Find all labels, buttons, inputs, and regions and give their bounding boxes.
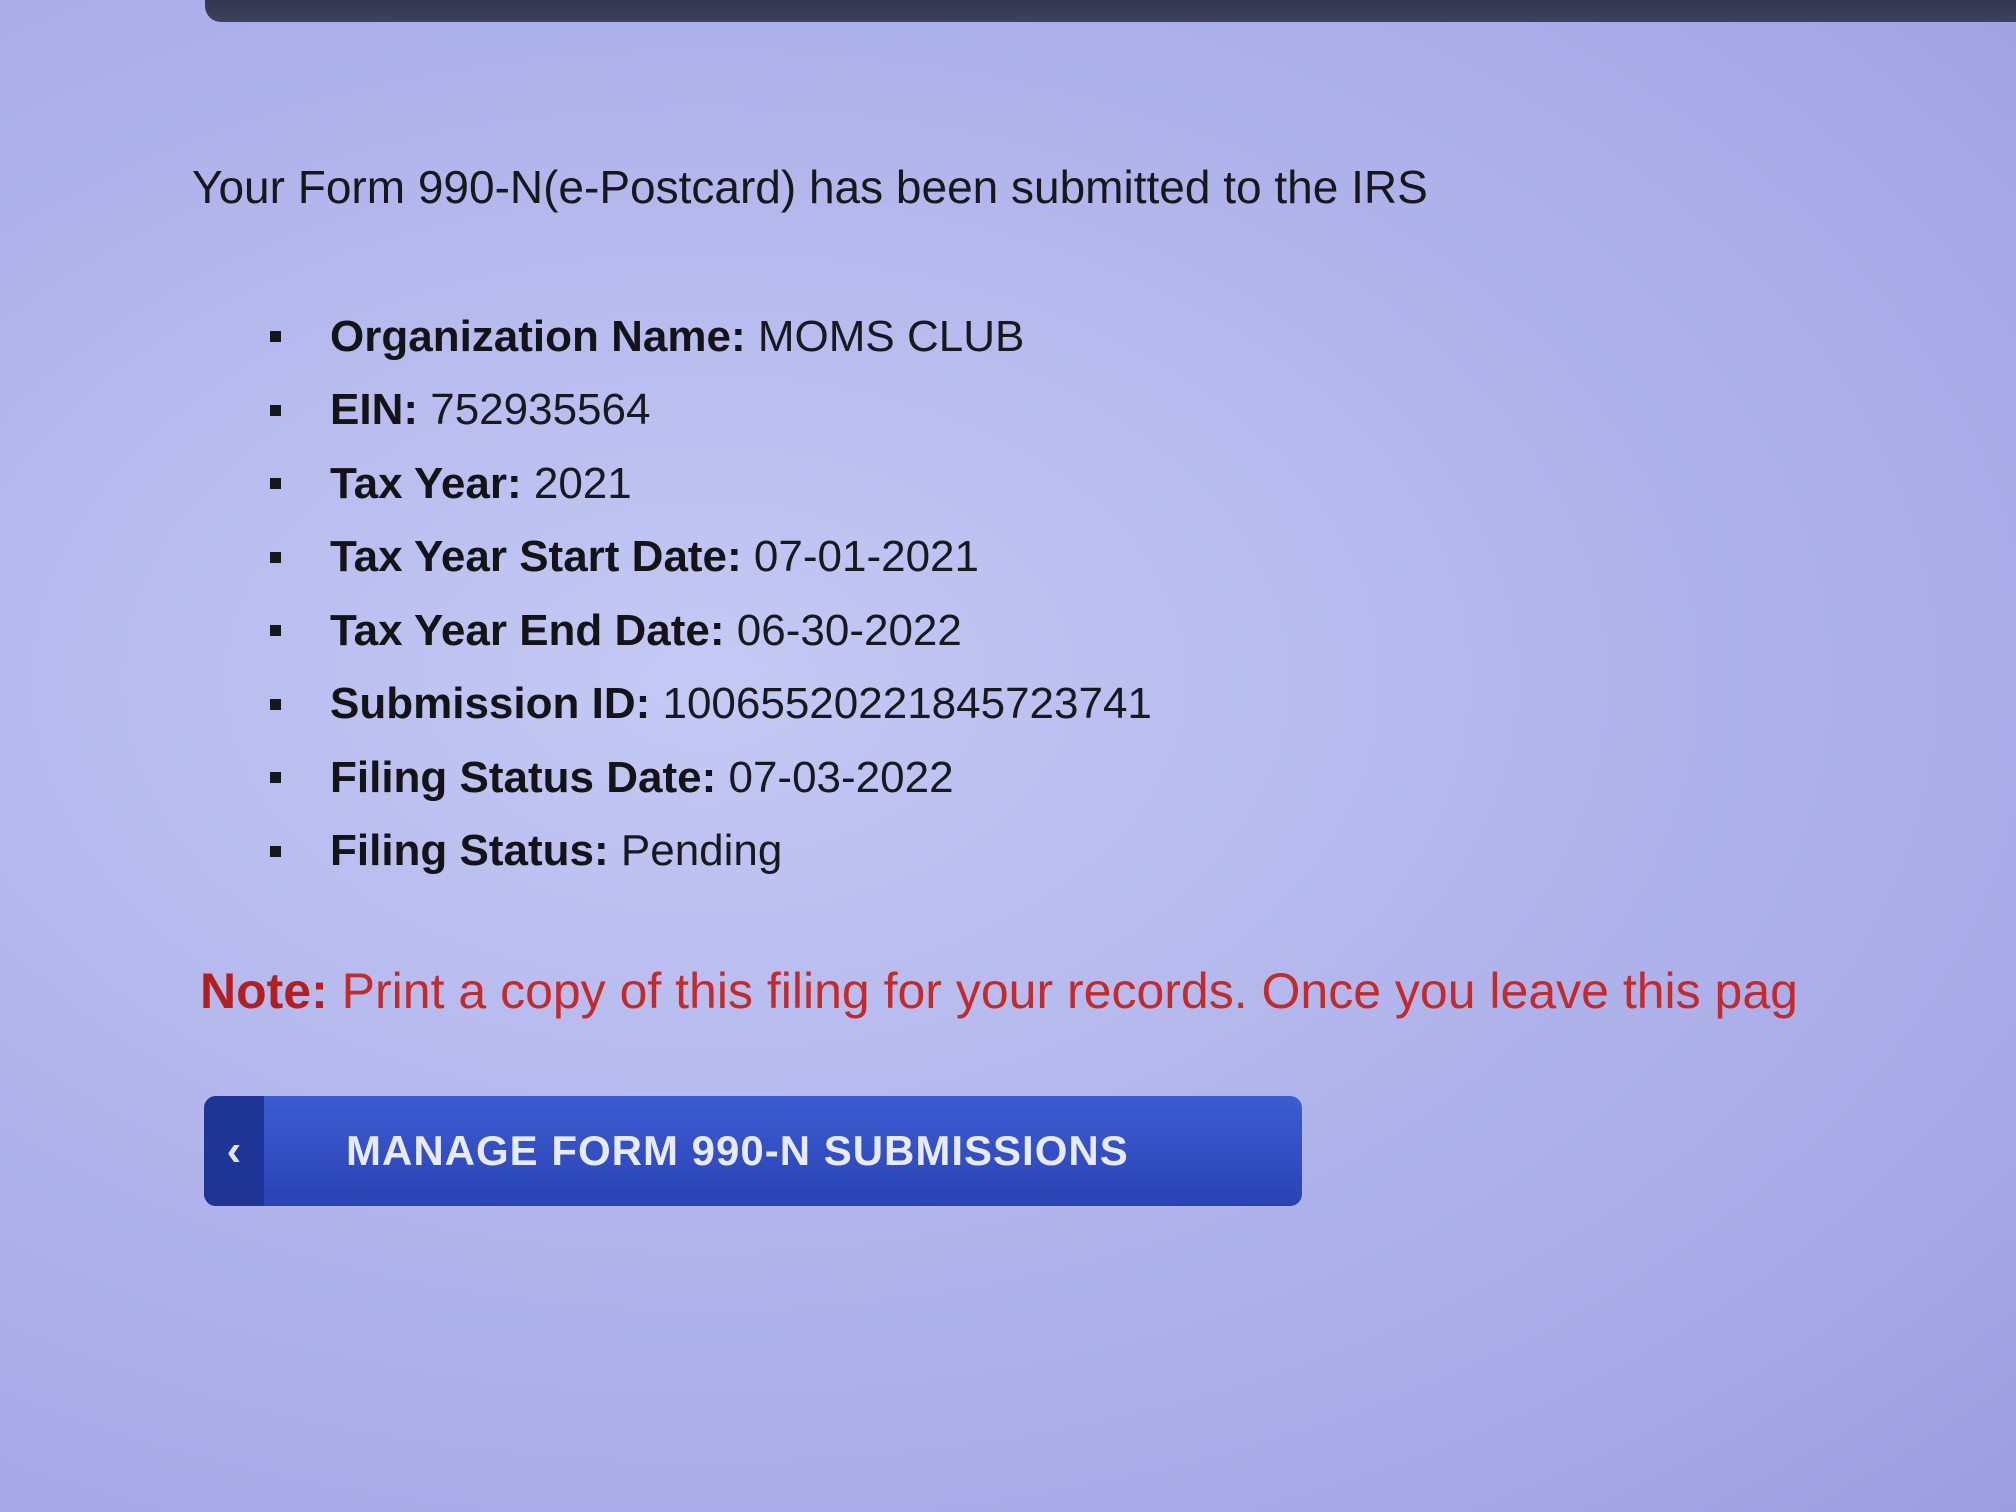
detail-label: Filing Status:: [330, 826, 609, 876]
detail-value: 07-03-2022: [728, 752, 954, 802]
manage-submissions-button[interactable]: ‹ MANAGE FORM 990-N SUBMISSIONS: [204, 1096, 1302, 1206]
detail-tax-year-end-date: Tax Year End Date: 06-30-2022: [270, 594, 1152, 668]
top-header-bar: [205, 0, 2016, 22]
detail-label: EIN:: [330, 385, 418, 435]
detail-value: 752935564: [430, 385, 651, 435]
detail-value: 10065520221845723741: [662, 679, 1152, 729]
detail-value: 06-30-2022: [736, 605, 962, 655]
detail-label: Filing Status Date:: [330, 752, 717, 802]
detail-tax-year: Tax Year: 2021: [270, 447, 1152, 521]
detail-label: Tax Year End Date:: [330, 605, 725, 655]
detail-filing-status-date: Filing Status Date: 07-03-2022: [270, 741, 1152, 815]
filing-details-list: Organization Name: MOMS CLUB EIN: 752935…: [270, 300, 1152, 888]
detail-ein: EIN: 752935564: [270, 374, 1152, 448]
chevron-left-icon: ‹: [204, 1096, 264, 1206]
detail-value: 2021: [533, 458, 632, 508]
bullet-icon: [270, 331, 281, 343]
confirmation-heading: Your Form 990-N(e-Postcard) has been sub…: [192, 161, 1428, 213]
bullet-icon: [270, 772, 281, 784]
detail-value: Pending: [620, 826, 783, 876]
detail-label: Organization Name:: [330, 311, 746, 361]
detail-value: MOMS CLUB: [757, 311, 1025, 361]
detail-organization-name: Organization Name: MOMS CLUB: [270, 300, 1152, 374]
detail-filing-status: Filing Status: Pending: [270, 815, 1152, 889]
detail-label: Tax Year:: [330, 458, 522, 508]
bullet-icon: [270, 845, 281, 857]
bullet-icon: [270, 625, 281, 637]
bullet-icon: [270, 551, 281, 563]
note-text: Print a copy of this filing for your rec…: [341, 963, 1798, 1019]
detail-label: Tax Year Start Date:: [330, 532, 742, 582]
bullet-icon: [270, 698, 281, 710]
bullet-icon: [270, 478, 281, 490]
detail-tax-year-start-date: Tax Year Start Date: 07-01-2021: [270, 521, 1152, 595]
bullet-icon: [270, 404, 281, 416]
print-note: Note: Print a copy of this filing for yo…: [200, 962, 1798, 1020]
detail-value: 07-01-2021: [753, 532, 979, 582]
note-label: Note:: [200, 963, 328, 1019]
detail-label: Submission ID:: [330, 679, 651, 729]
detail-submission-id: Submission ID: 10065520221845723741: [270, 668, 1152, 742]
manage-submissions-label: MANAGE FORM 990-N SUBMISSIONS: [346, 1127, 1129, 1174]
